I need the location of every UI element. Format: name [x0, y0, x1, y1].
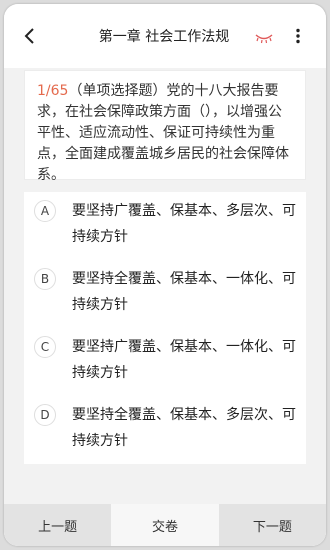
- option-text: 要坚持广覆盖、保基本、一体化、可持续方针: [72, 339, 296, 381]
- question-card: 1/65（单项选择题）党的十八大报告要求，在社会保障政策方面（），以增强公平性、…: [24, 70, 306, 183]
- option-text: 要坚持全覆盖、保基本、一体化、可持续方针: [72, 271, 296, 313]
- option-a[interactable]: A 要坚持广覆盖、保基本、多层次、可持续方针: [24, 192, 306, 258]
- submit-exam-button[interactable]: 交卷: [111, 504, 219, 546]
- option-letter: B: [34, 268, 56, 290]
- eye-toggle-button[interactable]: [254, 30, 274, 44]
- options-list: A 要坚持广覆盖、保基本、多层次、可持续方针 B 要坚持全覆盖、保基本、一体化、…: [24, 192, 306, 464]
- prev-question-button[interactable]: 上一题: [4, 504, 112, 546]
- back-button[interactable]: [18, 24, 42, 48]
- question-index: 1/65: [37, 83, 69, 99]
- option-letter: C: [34, 336, 56, 358]
- question-text: 1/65（单项选择题）党的十八大报告要求，在社会保障政策方面（），以增强公平性、…: [37, 81, 293, 186]
- more-button[interactable]: [290, 24, 306, 48]
- option-c[interactable]: C 要坚持广覆盖、保基本、一体化、可持续方针: [24, 328, 306, 394]
- question-stem: （单项选择题）党的十八大报告要求，在社会保障政策方面（），以增强公平性、适应流动…: [37, 83, 289, 183]
- option-text: 要坚持广覆盖、保基本、多层次、可持续方针: [72, 203, 296, 245]
- eye-closed-icon: [255, 34, 273, 44]
- option-b[interactable]: B 要坚持全覆盖、保基本、一体化、可持续方针: [24, 260, 306, 326]
- chapter-title: 第一章 社会工作法规: [98, 29, 230, 45]
- app-screen: 第一章 社会工作法规 1/65（单项选择题）党的十八大报告要求，在社会保障政策方…: [4, 4, 326, 546]
- option-letter: A: [34, 200, 56, 222]
- more-vertical-icon: [296, 28, 300, 44]
- next-question-button[interactable]: 下一题: [218, 504, 326, 546]
- option-text: 要坚持全覆盖、保基本、多层次、可持续方针: [72, 407, 296, 449]
- option-letter: D: [34, 404, 56, 426]
- top-bar: 第一章 社会工作法规: [4, 4, 326, 68]
- chevron-left-icon: [24, 28, 34, 44]
- option-d[interactable]: D 要坚持全覆盖、保基本、多层次、可持续方针: [24, 396, 306, 462]
- bottom-nav: 上一题 交卷 下一题: [4, 504, 326, 546]
